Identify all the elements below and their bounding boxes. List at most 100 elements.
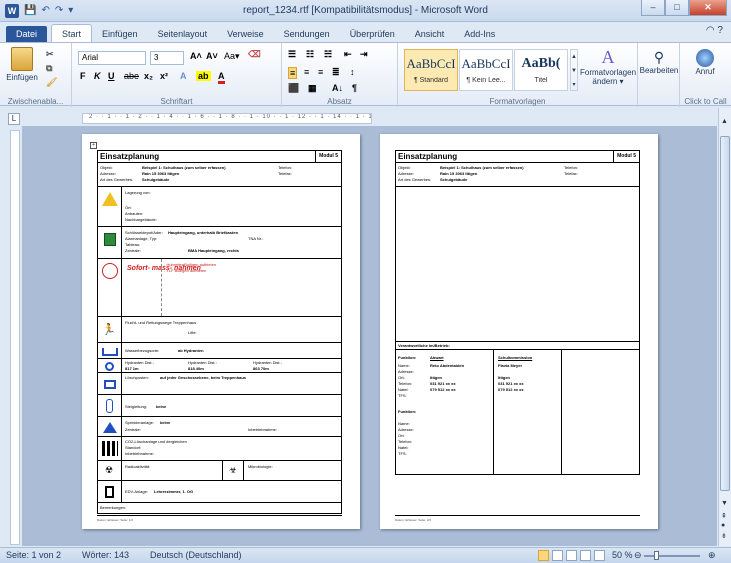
tab-seitenlayout[interactable]: Seitenlayout — [148, 26, 218, 42]
line-spacing-icon[interactable]: ↕ — [350, 67, 355, 77]
zoom-in-icon[interactable]: ⊕ — [708, 550, 716, 561]
styles-scroll[interactable]: ▲ ▼ ▾ — [570, 49, 578, 91]
strikethrough-icon[interactable]: abe — [124, 71, 139, 81]
word-count[interactable]: Wörter: 143 — [82, 550, 129, 560]
editing-button[interactable]: ⚲ Bearbeiten — [638, 49, 680, 75]
change-styles-button[interactable]: A Formatvorlagen ändern ▾ — [580, 47, 636, 86]
einsatz-form-page2: Einsatzplanung Modul 5 Objekt: Beispiel … — [395, 150, 640, 475]
row-schluessel: Schlüsseldepot/Ader: Haupteingang, unter… — [98, 227, 341, 259]
vertical-scrollbar[interactable]: ▲ ▼ ⇞ ● ⇟ — [718, 108, 731, 546]
binoculars-icon: ⚲ — [653, 49, 665, 65]
tab-verweise[interactable]: Verweise — [217, 26, 274, 42]
ribbon-tabs: Datei Start Einfügen Seitenlayout Verwei… — [0, 22, 731, 42]
document-area[interactable]: + Einsatzplanung Modul 5 Objekt: Beispie… — [22, 126, 717, 546]
grow-font-icon[interactable]: A˄ — [190, 51, 202, 61]
shading-icon[interactable]: ⬛ — [288, 83, 299, 94]
shrink-font-icon[interactable]: A˅ — [206, 51, 218, 61]
style-kein-leerraum[interactable]: AaBbCcI ¶ Kein Lee... — [459, 49, 513, 91]
tab-ansicht[interactable]: Ansicht — [405, 26, 455, 42]
zoom-slider[interactable] — [644, 555, 700, 557]
row-flucht: 🏃 Flucht- und Rettungswege Treppenhaus L… — [98, 317, 341, 343]
group-editing: ⚲ Bearbeiten — [638, 43, 680, 107]
align-center-icon[interactable]: ≡ — [304, 67, 309, 77]
ribbon: Einfügen ✂ ⧉ 🖌 Zwischenabla... Arial 3 A… — [0, 42, 731, 107]
tab-datei[interactable]: Datei — [6, 26, 48, 42]
full-screen-view-icon[interactable] — [552, 550, 563, 561]
group-font: Arial 3 A˄ A˅ Aa▾ ⌫ F K U abe x₂ x² A ab… — [72, 43, 282, 107]
page-2[interactable]: Einsatzplanung Modul 5 Objekt: Beispiel … — [380, 134, 658, 529]
bullets-icon[interactable]: ☰ — [288, 49, 296, 60]
computer-icon — [105, 486, 114, 498]
scroll-up-icon[interactable]: ▲ — [721, 118, 728, 125]
next-page-icon[interactable]: ⇟ — [721, 532, 727, 540]
prev-page-icon[interactable]: ⇞ — [721, 512, 727, 520]
increase-indent-icon[interactable]: ⇥ — [360, 49, 368, 60]
page-count[interactable]: Seite: 1 von 2 — [6, 550, 61, 560]
scroll-down-icon[interactable]: ▼ — [721, 500, 728, 507]
text-effects-icon[interactable]: A — [180, 71, 187, 81]
outline-view-icon[interactable] — [580, 550, 591, 561]
vertical-ruler[interactable] — [10, 130, 20, 545]
change-case-icon[interactable]: Aa▾ — [224, 51, 240, 62]
browse-object-icon[interactable]: ● — [721, 522, 725, 529]
italic-icon[interactable]: K — [94, 71, 101, 81]
page-1[interactable]: + Einsatzplanung Modul 5 Objekt: Beispie… — [82, 134, 360, 529]
riser-icon — [106, 399, 113, 413]
row-sofortmassnahmen: Sofort- mass- nahmen - Hubretter Bollige… — [98, 259, 341, 317]
tab-add-ins[interactable]: Add-Ins — [454, 26, 505, 42]
web-layout-view-icon[interactable] — [566, 550, 577, 561]
paste-button[interactable]: Einfügen — [4, 47, 40, 82]
tab-ueberpruefen[interactable]: Überprüfen — [340, 26, 405, 42]
row-co2: CO2-Löschanlage und dergleichen Standort… — [98, 437, 341, 461]
cut-icon[interactable]: ✂ — [46, 49, 54, 60]
call-button[interactable]: Anruf — [684, 49, 726, 76]
font-color-icon[interactable]: A — [218, 71, 225, 84]
tab-selector[interactable]: L — [8, 113, 20, 125]
clear-format-icon[interactable]: ⌫ — [248, 49, 261, 60]
modul-label: Modul 5 — [315, 151, 341, 162]
highlight-icon[interactable]: ab — [196, 71, 211, 81]
borders-icon[interactable]: ▦ — [308, 83, 317, 94]
warning-icon — [102, 192, 118, 206]
bold-icon[interactable]: F — [80, 71, 86, 81]
font-name-select[interactable]: Arial — [78, 51, 146, 65]
style-standard[interactable]: AaBbCcI ¶ Standard — [404, 49, 458, 91]
word-window: W 💾 ↶ ↷ ▾ report_1234.rtf [Kompatibilitä… — [0, 0, 731, 563]
minimize-button[interactable]: – — [641, 0, 665, 16]
water-icon — [102, 348, 118, 356]
tab-sendungen[interactable]: Sendungen — [274, 26, 340, 42]
underline-icon[interactable]: U — [108, 71, 115, 81]
justify-icon[interactable]: ≣ — [332, 67, 340, 78]
status-bar: Seite: 1 von 2 Wörter: 143 Deutsch (Deut… — [0, 547, 731, 563]
sprinkler-icon — [103, 422, 117, 433]
horizontal-ruler[interactable]: 2 · · 1 · · 1 · 2 · · 1 · 4 · · 1 · 6 · … — [82, 113, 372, 124]
zoom-slider-thumb[interactable] — [654, 551, 660, 560]
gas-bottles-icon — [102, 441, 118, 456]
print-layout-view-icon[interactable] — [538, 550, 549, 561]
tab-einfuegen[interactable]: Einfügen — [92, 26, 148, 42]
close-button[interactable]: ✕ — [689, 0, 727, 16]
maximize-button[interactable]: □ — [665, 0, 689, 16]
tab-start[interactable]: Start — [51, 24, 93, 42]
draft-view-icon[interactable] — [594, 550, 605, 561]
style-titel[interactable]: AaBb( Titel — [514, 49, 568, 91]
decrease-indent-icon[interactable]: ⇤ — [344, 49, 352, 60]
subscript-icon[interactable]: x₂ — [144, 71, 153, 81]
language-indicator[interactable]: Deutsch (Deutschland) — [150, 550, 242, 560]
modul-label-p2: Modul 5 — [613, 151, 639, 162]
superscript-icon[interactable]: x² — [160, 71, 168, 81]
align-right-icon[interactable]: ≡ — [318, 67, 323, 77]
help-icon[interactable]: ◠ ? — [706, 25, 723, 36]
zoom-out-icon[interactable]: ⊖ — [634, 550, 642, 561]
table-move-handle-icon[interactable]: + — [90, 142, 97, 149]
align-left-icon[interactable]: ≡ — [288, 67, 298, 79]
format-painter-icon[interactable]: 🖌 — [46, 77, 57, 88]
multilevel-list-icon[interactable]: ☵ — [324, 49, 332, 60]
scroll-thumb[interactable] — [720, 136, 730, 491]
sort-icon[interactable]: A↓ — [332, 83, 343, 93]
font-size-select[interactable]: 3 — [150, 51, 184, 65]
numbering-icon[interactable]: ☷ — [306, 49, 314, 60]
copy-icon[interactable]: ⧉ — [46, 63, 52, 74]
zoom-level[interactable]: 50 % — [612, 550, 633, 560]
show-marks-icon[interactable]: ¶ — [352, 83, 357, 93]
